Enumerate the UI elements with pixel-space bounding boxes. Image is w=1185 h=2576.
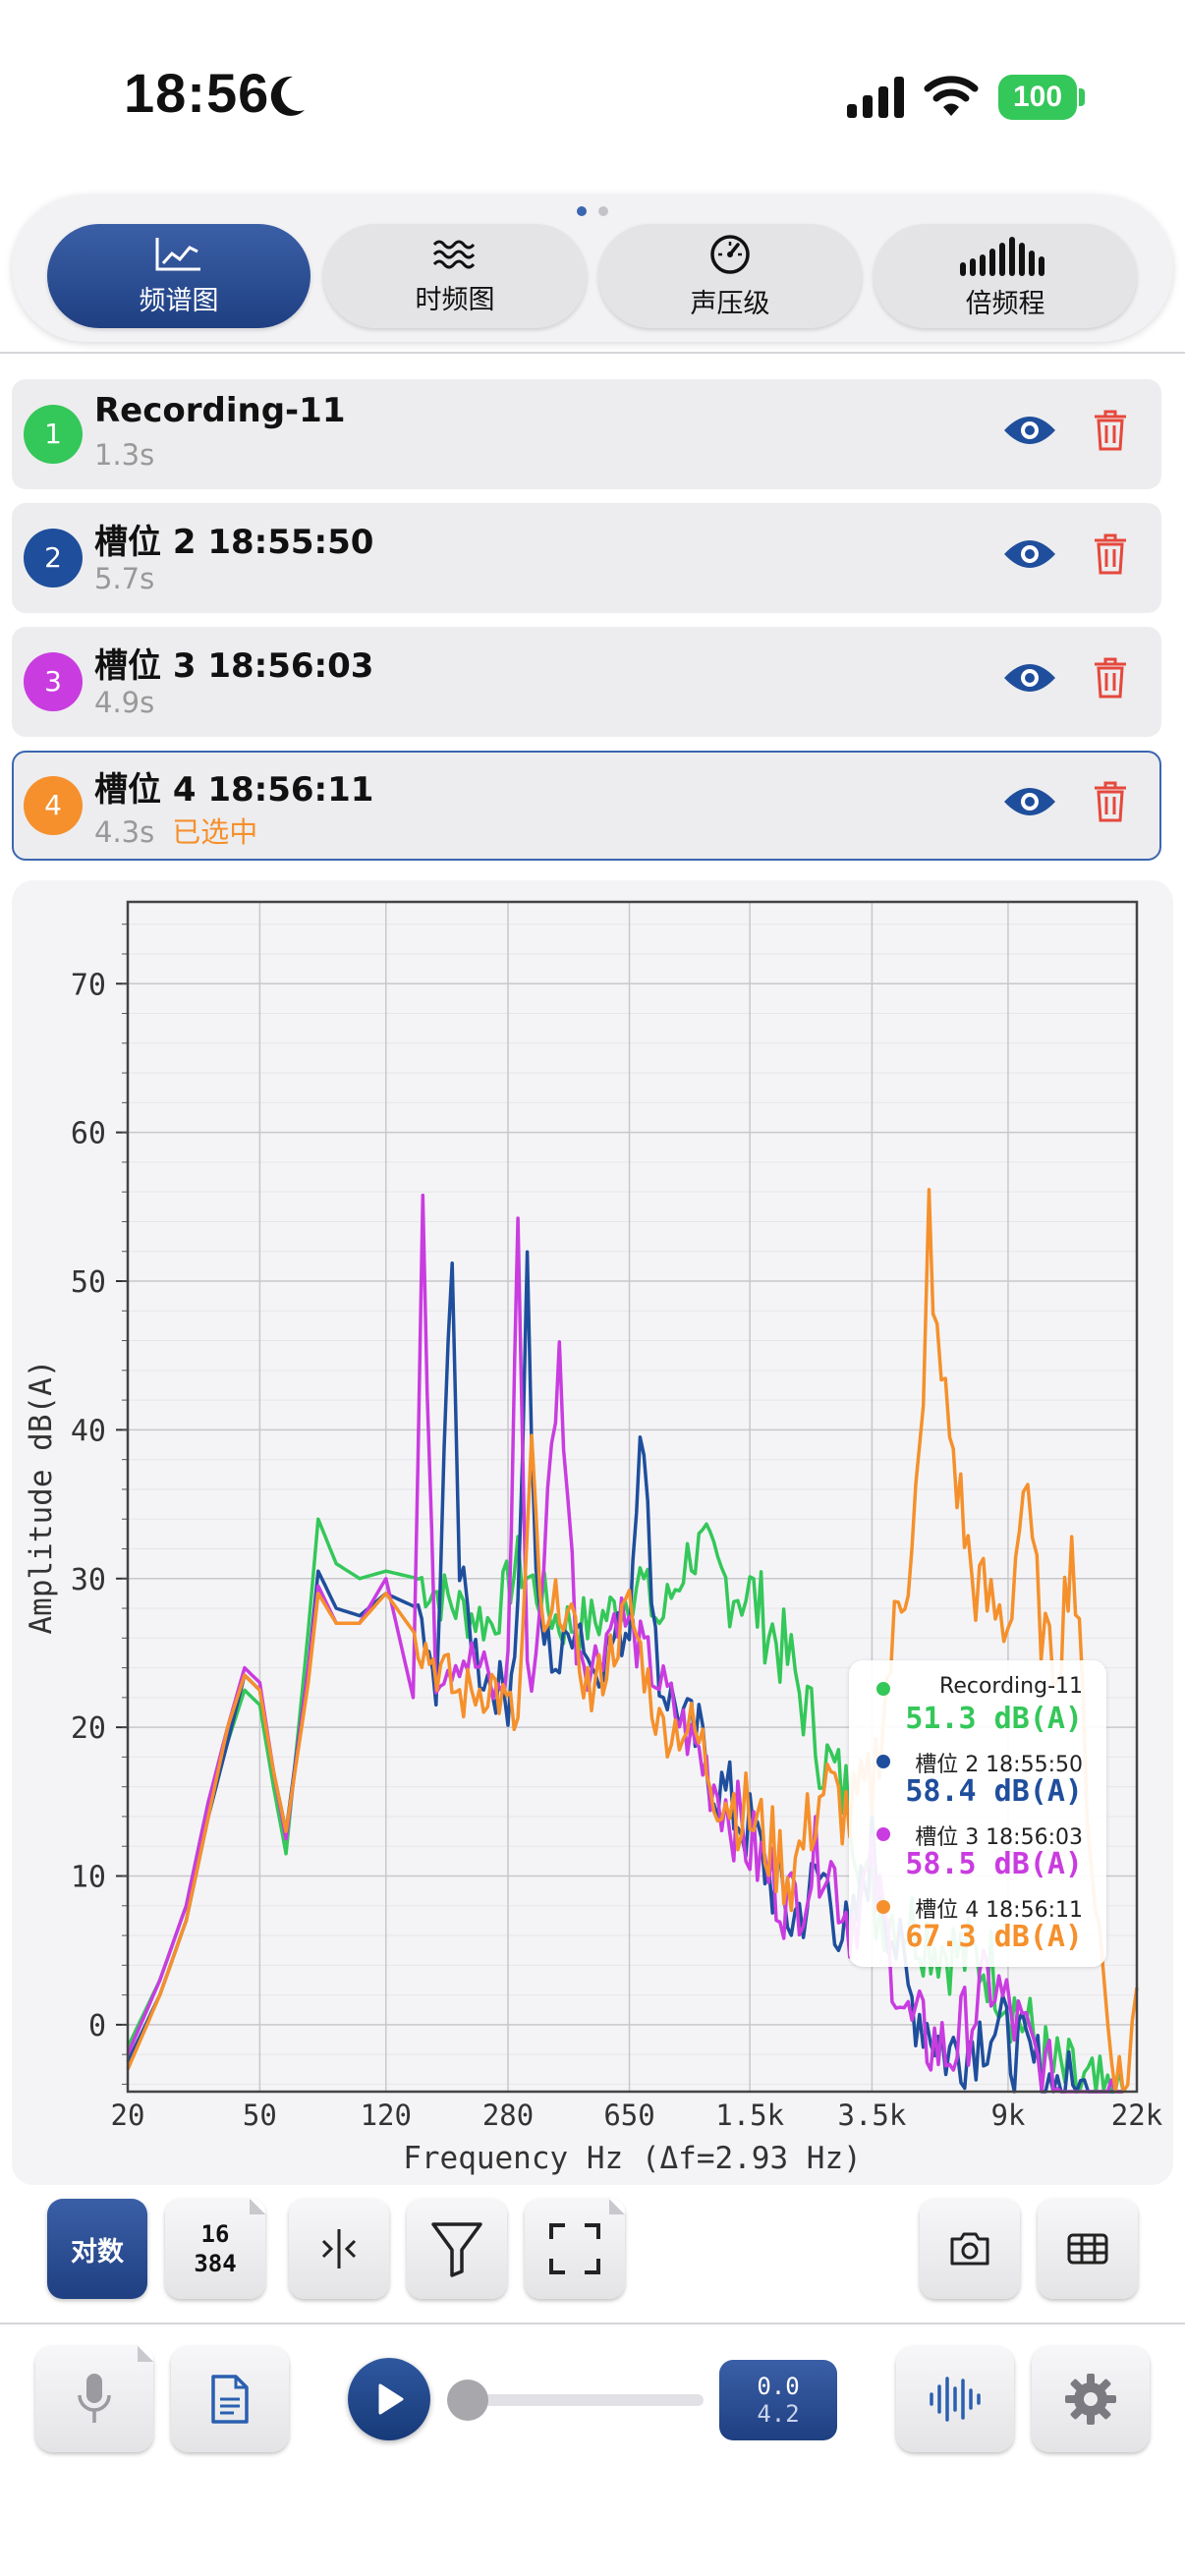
legend-dot — [876, 1682, 890, 1696]
table-button[interactable] — [1038, 2199, 1138, 2299]
x-tick-label: 50 — [243, 2099, 277, 2132]
corner-fold — [138, 2346, 153, 2362]
fullscreen-button[interactable] — [525, 2199, 625, 2299]
chart-legend: Recording-11 51.3 dB(A) 槽位 2 18:55:50 58… — [849, 1660, 1106, 1967]
legend-dot — [876, 1900, 890, 1914]
split-icon — [321, 2229, 357, 2268]
legend-series-value: 51.3 dB(A) — [905, 1702, 1083, 1736]
y-tick-label: 70 — [71, 968, 106, 1002]
divider — [0, 2323, 1185, 2324]
fft-size-bottom: 384 — [194, 2250, 237, 2277]
x-axis-label: Frequency Hz (Δf=2.93 Hz) — [403, 2141, 862, 2176]
legend-series-value: 58.5 dB(A) — [905, 1847, 1083, 1881]
legend-series-value: 58.4 dB(A) — [905, 1774, 1083, 1809]
microphone-button[interactable] — [35, 2346, 153, 2452]
legend-series-name: Recording-11 — [939, 1674, 1083, 1699]
playback-slider-thumb[interactable] — [447, 2380, 488, 2421]
x-tick-label: 9k — [990, 2099, 1025, 2132]
microphone-icon — [78, 2374, 111, 2423]
x-tick-label: 1.5k — [715, 2099, 784, 2132]
y-tick-label: 20 — [71, 1711, 106, 1746]
play-button[interactable] — [348, 2358, 430, 2440]
x-tick-label: 3.5k — [837, 2099, 906, 2132]
x-tick-label: 22k — [1111, 2099, 1163, 2132]
fullscreen-icon — [549, 2223, 600, 2274]
corner-fold — [609, 2199, 625, 2214]
log-scale-label: 对数 — [71, 2236, 124, 2268]
waveform-icon — [930, 2377, 981, 2422]
gear-icon — [1065, 2374, 1116, 2425]
x-tick-label: 280 — [482, 2099, 534, 2132]
y-tick-label: 60 — [71, 1117, 106, 1151]
camera-icon — [950, 2232, 989, 2266]
document-icon — [211, 2375, 249, 2424]
y-tick-label: 50 — [71, 1265, 106, 1300]
y-tick-label: 10 — [71, 1861, 106, 1895]
time-display: 0.0 4.2 — [719, 2360, 837, 2440]
x-tick-label: 650 — [603, 2099, 654, 2132]
log-scale-button[interactable]: 对数 — [47, 2199, 147, 2299]
y-axis-label: Amplitude dB(A) — [24, 1360, 59, 1635]
screenshot-button[interactable] — [920, 2199, 1020, 2299]
corner-fold — [250, 2199, 265, 2214]
filter-icon — [431, 2222, 482, 2277]
settings-button[interactable] — [1032, 2346, 1150, 2452]
filter-button[interactable] — [407, 2199, 507, 2299]
fft-size-button[interactable]: 16 384 — [165, 2199, 265, 2299]
y-tick-label: 30 — [71, 1563, 106, 1597]
time-current: 0.0 — [757, 2373, 800, 2400]
fft-size-top: 16 — [200, 2220, 230, 2248]
x-tick-label: 20 — [111, 2099, 145, 2132]
playback-slider-track[interactable] — [468, 2394, 704, 2406]
legend-series-value: 67.3 dB(A) — [905, 1920, 1083, 1954]
x-tick-label: 120 — [361, 2099, 412, 2132]
legend-dot — [876, 1827, 890, 1841]
table-icon — [1067, 2233, 1108, 2265]
split-button[interactable] — [289, 2199, 389, 2299]
waveform-button[interactable] — [896, 2346, 1014, 2452]
play-icon — [378, 2383, 404, 2415]
y-tick-label: 0 — [88, 2009, 106, 2044]
legend-dot — [876, 1755, 890, 1768]
y-tick-label: 40 — [71, 1414, 106, 1448]
file-button[interactable] — [171, 2346, 289, 2452]
time-total: 4.2 — [757, 2400, 800, 2428]
